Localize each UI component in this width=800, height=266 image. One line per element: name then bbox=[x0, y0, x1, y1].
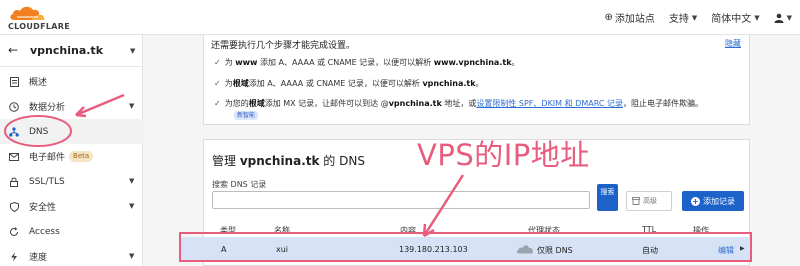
sidebar-item-ssl-tls[interactable]: SSL/TLS ▼ bbox=[0, 169, 143, 194]
search-input[interactable] bbox=[212, 191, 590, 209]
beta-badge: Beta bbox=[69, 151, 94, 162]
site-name: vpnchina.tk bbox=[30, 44, 104, 57]
chevron-down-icon: ▼ bbox=[129, 202, 135, 210]
sidebar-item-dns[interactable]: DNS bbox=[0, 119, 143, 144]
sidebar-item-security[interactable]: 安全性 ▼ bbox=[0, 194, 143, 219]
cloud-logo-icon bbox=[10, 6, 45, 21]
setup-step-root: ✓ 为根域添加 A、AAAA 或 CNAME 记录，以便可以解析 vpnchina… bbox=[214, 79, 484, 88]
cloud-grey-icon bbox=[516, 245, 533, 254]
table-header: 类型 名称 内容 代理状态 TTL 操作 bbox=[204, 222, 749, 236]
chevron-down-icon: ▼ bbox=[129, 177, 135, 185]
check-icon: ✓ bbox=[214, 99, 221, 108]
new-badge: 新智能 bbox=[234, 111, 259, 120]
network-icon bbox=[9, 126, 19, 137]
edit-link[interactable]: 编辑 bbox=[718, 245, 734, 256]
chevron-down-icon: ▼ bbox=[754, 13, 760, 22]
advanced-label: 高级 bbox=[643, 197, 657, 205]
sidebar-item-label: 安全性 bbox=[29, 203, 57, 213]
main-content: 还需要执行几个步骤才能完成设置。 隐藏 ✓ 为 www 添加 A、AAAA 或 C… bbox=[143, 35, 800, 266]
add-record-button[interactable]: + 添加记录 bbox=[682, 191, 744, 211]
refresh-icon bbox=[9, 226, 19, 237]
column-header: 代理状态 bbox=[528, 226, 560, 235]
chevron-down-icon: ▼ bbox=[786, 13, 792, 22]
dns-title: 管理 vpnchina.tk 的 DNS bbox=[212, 154, 365, 168]
sidebar-item-speed[interactable]: 速度 ▼ bbox=[0, 244, 143, 266]
sidebar-item-label: 电子邮件 bbox=[29, 153, 66, 163]
lock-icon bbox=[9, 177, 19, 187]
add-site-button[interactable]: ⊕ 添加站点 bbox=[604, 10, 654, 25]
sidebar-item-label: Access bbox=[29, 226, 60, 237]
table-row[interactable]: A xui 139.180.213.103 仅限 DNS 自动 编辑 ▶ bbox=[180, 237, 750, 261]
sidebar-item-label: 速度 bbox=[29, 253, 48, 263]
check-icon: ✓ bbox=[214, 58, 221, 67]
user-icon bbox=[774, 13, 784, 23]
triangle-right-icon: ▶ bbox=[740, 245, 745, 252]
sidebar-item-overview[interactable]: 概述 bbox=[0, 69, 143, 94]
record-name: xui bbox=[276, 245, 289, 254]
dns-management-card: 管理 vpnchina.tk 的 DNS 搜索 DNS 记录 搜索 高级 + 添… bbox=[180, 139, 750, 266]
record-type: A bbox=[221, 245, 227, 254]
setup-heading: 还需要执行几个步骤才能完成设置。 bbox=[211, 41, 356, 51]
archive-icon bbox=[632, 197, 640, 205]
document-icon bbox=[9, 76, 19, 87]
column-header: TTL bbox=[642, 225, 657, 234]
chevron-down-icon: ▼ bbox=[691, 13, 698, 22]
lightning-icon bbox=[9, 252, 19, 262]
record-ttl: 自动 bbox=[642, 246, 658, 255]
add-site-label: 添加站点 bbox=[614, 14, 655, 25]
check-icon: ✓ bbox=[214, 79, 221, 88]
logo-text: CLOUDFLARE bbox=[8, 22, 70, 31]
add-record-label: 添加记录 bbox=[703, 196, 735, 206]
support-label: 支持 bbox=[668, 14, 689, 25]
chevron-down-icon: ▼ bbox=[129, 252, 135, 260]
clock-icon bbox=[9, 101, 19, 112]
search-button[interactable]: 搜索 bbox=[597, 184, 618, 211]
sidebar-item-label: SSL/TLS bbox=[29, 176, 65, 187]
plus-icon: + bbox=[691, 196, 700, 206]
column-header: 类型 bbox=[220, 226, 236, 235]
setup-steps-card: 还需要执行几个步骤才能完成设置。 隐藏 ✓ 为 www 添加 A、AAAA 或 C… bbox=[203, 35, 750, 125]
shield-icon bbox=[9, 201, 19, 212]
sidebar-item-label: 数据分析 bbox=[29, 103, 66, 113]
back-arrow-icon[interactable]: ← bbox=[8, 43, 18, 57]
sidebar-item-email[interactable]: 电子邮件 Beta bbox=[0, 144, 143, 169]
plus-icon: ⊕ bbox=[604, 12, 613, 23]
cloudflare-logo[interactable]: CLOUDFLARE bbox=[8, 3, 70, 33]
support-menu[interactable]: 支持 ▼ bbox=[668, 10, 698, 26]
advanced-button[interactable]: 高级 bbox=[626, 191, 672, 211]
language-label: 简体中文 bbox=[711, 14, 752, 25]
proxy-status: 仅限 DNS bbox=[537, 246, 573, 255]
setup-step-mx: ✓ 为您的根域添加 MX 记录，让邮件可以到达 @vpnchina.tk 地址，或… bbox=[214, 99, 703, 108]
sidebar: ← vpnchina.tk ▼ 概述 数据分析 ▼ DNS 电子邮件 Beta … bbox=[0, 35, 143, 266]
chevron-down-icon: ▼ bbox=[130, 47, 136, 55]
language-menu[interactable]: 简体中文 ▼ bbox=[711, 10, 760, 26]
user-menu[interactable]: ▼ bbox=[774, 13, 792, 23]
sidebar-item-analytics[interactable]: 数据分析 ▼ bbox=[0, 94, 143, 119]
sidebar-item-label: 概述 bbox=[29, 78, 48, 88]
column-header: 操作 bbox=[693, 226, 709, 235]
spf-dkim-dmarc-link[interactable]: 设置限制性 SPF、DKIM 和 DMARC 记录 bbox=[476, 99, 623, 108]
chevron-down-icon: ▼ bbox=[129, 102, 135, 110]
record-content: 139.180.213.103 bbox=[399, 245, 468, 254]
site-selector[interactable]: ← vpnchina.tk ▼ bbox=[0, 35, 143, 67]
column-header: 内容 bbox=[400, 226, 416, 235]
search-label: 搜索 DNS 记录 bbox=[212, 180, 267, 189]
sidebar-item-access[interactable]: Access bbox=[0, 219, 143, 244]
setup-step-www: ✓ 为 www 添加 A、AAAA 或 CNAME 记录，以便可以解析 www.v… bbox=[214, 58, 520, 67]
hide-link[interactable]: 隐藏 bbox=[725, 38, 741, 49]
sidebar-item-label: DNS bbox=[29, 126, 49, 137]
top-bar: CLOUDFLARE ⊕ 添加站点 支持 ▼ 简体中文 ▼ ▼ bbox=[0, 0, 800, 35]
column-header: 名称 bbox=[274, 226, 290, 235]
mail-icon bbox=[9, 152, 19, 162]
